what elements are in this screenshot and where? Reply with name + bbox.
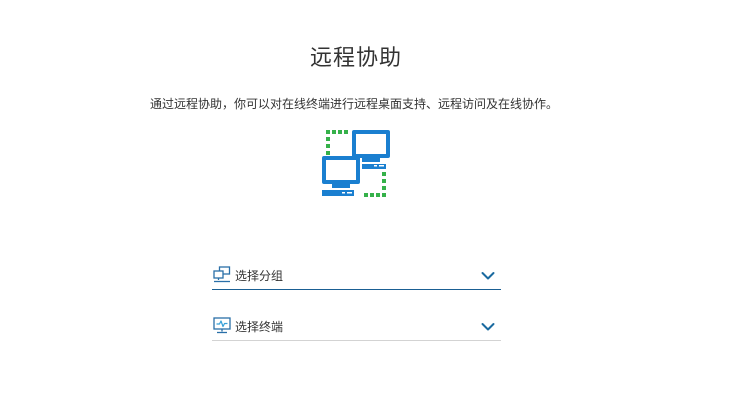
page-description: 通过远程协助，你可以对在线终端进行远程桌面支持、远程访问及在线协作。: [149, 97, 558, 111]
chevron-down-icon[interactable]: [481, 322, 495, 332]
terminal-monitor-icon: [213, 317, 231, 334]
remote-connection-icon: [322, 130, 390, 197]
group-select-label: 选择分组: [235, 269, 284, 283]
terminal-select-label: 选择终端: [235, 320, 284, 334]
page-title: 远程协助: [309, 46, 402, 71]
chevron-down-icon[interactable]: [481, 271, 495, 281]
group-select[interactable]: 选择分组: [212, 263, 501, 290]
group-network-icon: [213, 266, 231, 283]
terminal-select[interactable]: 选择终端: [212, 314, 501, 341]
